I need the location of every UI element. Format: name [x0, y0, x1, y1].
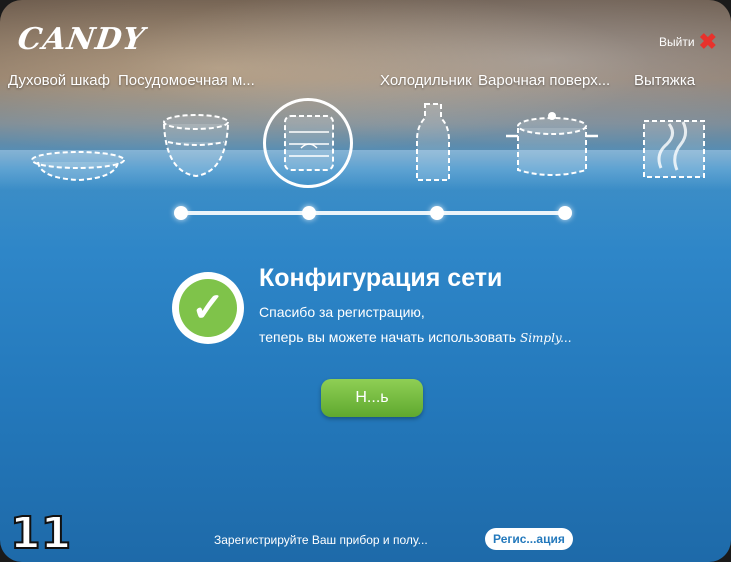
dialog-message-text: теперь вы можете начать использовать: [259, 329, 520, 345]
progress-step-4[interactable]: [558, 206, 572, 220]
category-hob[interactable]: Варочная поверх...: [478, 72, 610, 89]
step-number: 11: [9, 507, 72, 560]
next-button[interactable]: Н...ь: [321, 379, 423, 417]
exit-x-icon: ✖: [698, 29, 717, 54]
progress-step-2[interactable]: [302, 206, 316, 220]
category-dishwasher[interactable]: Посудомоечная м...: [118, 72, 255, 89]
oven-dish-icon[interactable]: [28, 148, 128, 184]
category-fridge[interactable]: Холодильник: [380, 72, 472, 89]
candy-logo: CANDY: [15, 22, 148, 57]
category-oven[interactable]: Духовой шкаф: [8, 72, 110, 89]
exit-button[interactable]: Выйти ✖: [659, 29, 717, 54]
progress-step-3[interactable]: [430, 206, 444, 220]
success-badge: ✓: [172, 272, 244, 344]
checkmark-icon: ✓: [179, 279, 237, 337]
register-button[interactable]: Регис...ация: [485, 528, 573, 550]
steam-icon[interactable]: [641, 118, 707, 180]
footer-text: Зарегистрируйте Ваш прибор и полу...: [214, 533, 428, 547]
progress-step-1[interactable]: [174, 206, 188, 220]
category-hood[interactable]: Вытяжка: [634, 72, 695, 89]
exit-label: Выйти: [659, 35, 695, 49]
dishwasher-bowls-icon[interactable]: [158, 112, 234, 182]
dialog-message-line1: Спасибо за регистрацию,: [259, 304, 425, 320]
bottle-icon[interactable]: [413, 100, 453, 184]
dialog-title: Конфигурация сети: [259, 264, 503, 292]
pot-icon[interactable]: [504, 106, 600, 182]
progress-track: [180, 211, 565, 215]
simply-brand-text: Simply...: [519, 331, 572, 345]
plates-icon[interactable]: [281, 112, 337, 174]
dialog-message-line2: теперь вы можете начать использовать Sim…: [259, 329, 572, 345]
app-screen: CANDY Выйти ✖ Духовой шкаф Посудомоечная…: [0, 0, 731, 562]
